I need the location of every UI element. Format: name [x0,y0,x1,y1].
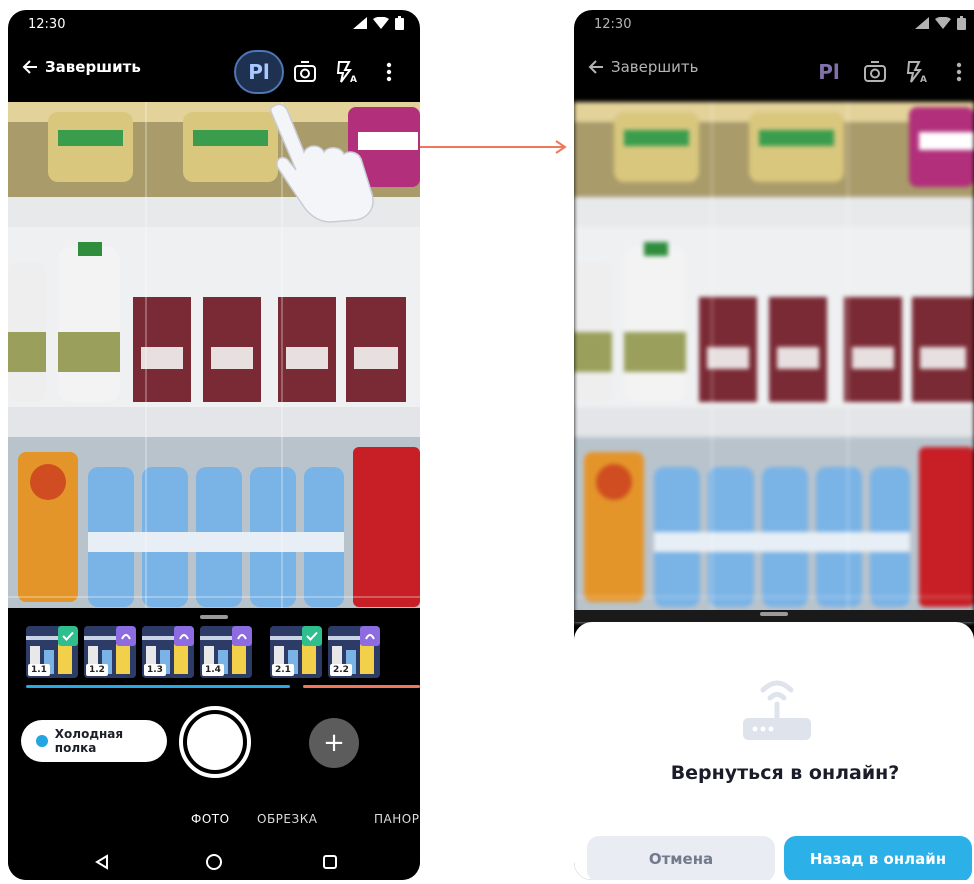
status-time: 12:30 [28,17,66,32]
phone-screen-right: 12:30 Завершить Pl A Вернуться в онлайн?… [574,10,974,880]
flash-auto-icon: A [906,61,927,84]
phone-screen-left: 12:30 Завершить Pl A 1.1 1.2 1.3 1.4 2.1… [8,10,420,880]
cancel-button[interactable]: Отмена [587,836,775,880]
back-online-button[interactable]: Назад в онлайн [784,836,972,880]
photo-thumbnail[interactable]: 1.2 [84,626,136,678]
photo-thumbnail[interactable]: 2.2 [328,626,380,678]
flash-auto-button[interactable]: A [326,50,368,94]
online-dialog-sheet: Вернуться в онлайн? Отмена Назад в онлай… [574,622,974,880]
finish-button[interactable]: Завершить [588,58,698,76]
finish-button[interactable]: Завершить [22,58,141,76]
mode-crop[interactable]: ОБРЕЗКА [257,812,317,826]
mode-photo[interactable]: ФОТО [191,812,230,826]
group-2-underline [303,685,420,688]
more-vert-icon [956,62,962,82]
category-label: Холодная полка [54,727,124,755]
more-menu-button[interactable] [368,50,410,94]
thumbnail-label: 1.1 [28,664,50,676]
more-menu-button[interactable] [938,50,974,94]
drag-handle[interactable] [200,615,228,619]
photo-strip: 1.1 1.2 1.3 1.4 2.1 2.2 [26,626,380,678]
category-dot [36,735,48,747]
camera-flip-icon [864,61,886,82]
camera-viewfinder [574,102,974,622]
arrow-left-icon [22,60,37,74]
svg-text:A: A [350,75,357,84]
pending-icon [360,626,380,646]
switch-camera-button[interactable] [284,50,326,94]
pending-icon [232,626,252,646]
finish-label: Завершить [45,58,141,76]
signal-icon [353,17,367,29]
transition-arrow-icon [420,140,567,154]
photo-thumbnail[interactable]: 1.1 [26,626,78,678]
flash-auto-icon: A [336,61,357,84]
thumbnail-label: 1.3 [144,664,166,676]
drag-handle [760,612,788,616]
check-icon [58,626,78,646]
signal-icon [915,17,929,29]
check-icon [302,626,322,646]
nav-back-icon [95,854,108,870]
planogram-button[interactable]: Pl [234,50,284,94]
add-button[interactable]: + [309,718,359,768]
camera-viewfinder[interactable] [8,102,420,608]
thumbnail-label: 2.2 [330,664,352,676]
android-nav-bar [8,846,420,880]
more-vert-icon [386,62,392,82]
thumbnail-label: 1.4 [202,664,224,676]
nav-back-button[interactable] [90,850,114,874]
flash-auto-button[interactable]: A [896,50,938,94]
svg-text:A: A [920,75,927,84]
photo-thumbnail[interactable]: 1.3 [142,626,194,678]
nav-home-button[interactable] [202,850,226,874]
pending-icon [116,626,136,646]
group-1-underline [26,685,290,688]
nav-recents-icon [323,855,337,869]
arrow-left-icon [588,60,603,74]
wifi-icon [935,17,951,29]
status-time: 12:30 [594,17,632,32]
dialog-title: Вернуться в онлайн? [670,762,900,784]
router-wifi-icon [743,680,811,740]
switch-camera-button[interactable] [854,50,896,94]
shelf-photo [574,102,974,622]
thumbnail-label: 1.2 [86,664,108,676]
shutter-button[interactable] [179,706,251,778]
photo-thumbnail[interactable]: 1.4 [200,626,252,678]
pending-icon [174,626,194,646]
camera-toolbar: Завершить Pl A [8,40,420,102]
camera-toolbar: Завершить Pl A [574,40,974,102]
bottom-panel: 1.1 1.2 1.3 1.4 2.1 2.2 Холодная полка + ФОТО… [8,608,420,880]
camera-flip-icon [294,61,316,82]
mode-panorama[interactable]: ПАНОР [374,812,419,826]
status-bar: 12:30 [574,10,974,40]
thumbnail-label: 2.1 [272,664,294,676]
finish-label: Завершить [611,58,699,76]
photo-thumbnail[interactable]: 2.1 [270,626,322,678]
hand-pointer-icon [269,103,374,223]
battery-icon [395,16,404,30]
nav-recents-button[interactable] [318,850,342,874]
category-chip[interactable]: Холодная полка [21,720,167,762]
battery-icon [957,16,966,30]
planogram-button[interactable]: Pl [804,50,854,94]
status-bar: 12:30 [8,10,420,40]
wifi-icon [373,17,389,29]
nav-home-icon [206,854,222,870]
